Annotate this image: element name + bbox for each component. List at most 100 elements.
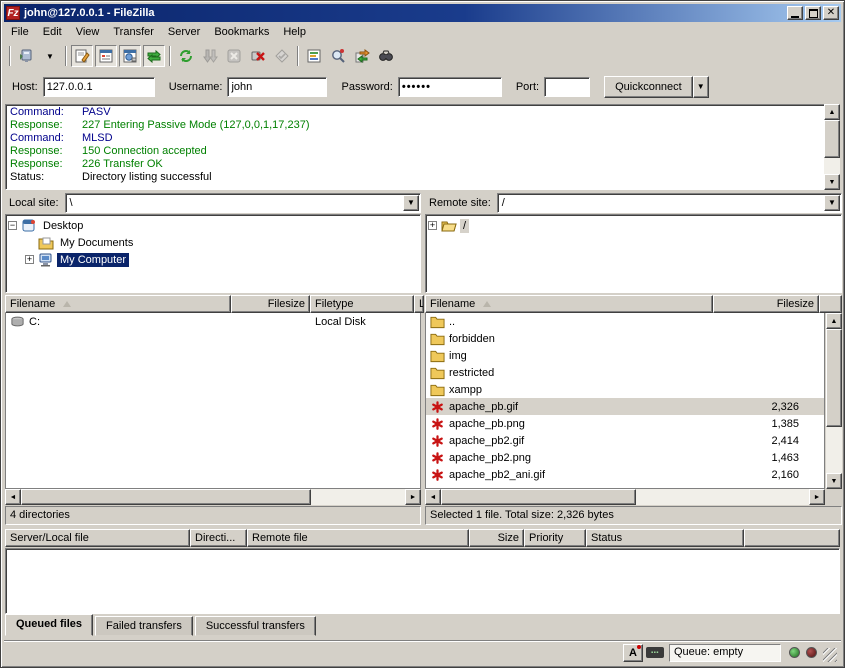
log-label: Response: bbox=[10, 158, 82, 171]
maximize-button[interactable] bbox=[805, 6, 821, 20]
tree-item-my-documents[interactable]: My Documents bbox=[8, 234, 420, 251]
toggle-log-button[interactable] bbox=[71, 45, 93, 67]
column-header-filename[interactable]: Filename bbox=[425, 295, 713, 313]
menu-bookmarks[interactable]: Bookmarks bbox=[207, 24, 276, 40]
chevron-down-icon[interactable]: ▼ bbox=[824, 195, 840, 211]
username-label: Username: bbox=[169, 81, 223, 93]
remote-file-row[interactable]: xampp bbox=[426, 381, 824, 398]
username-input[interactable] bbox=[227, 77, 327, 97]
quickconnect-button[interactable]: Quickconnect bbox=[604, 76, 693, 98]
column-header-direction[interactable]: Directi... bbox=[190, 529, 247, 547]
resize-grip[interactable] bbox=[823, 648, 837, 662]
sync-browsing-button[interactable] bbox=[351, 45, 373, 67]
scrollbar-thumb[interactable] bbox=[826, 329, 842, 427]
password-input[interactable] bbox=[398, 77, 502, 97]
column-header-priority[interactable]: Priority bbox=[524, 529, 586, 547]
remote-site-combo[interactable]: / ▼ bbox=[497, 193, 842, 213]
column-header-server-local-file[interactable]: Server/Local file bbox=[5, 529, 190, 547]
remote-file-row[interactable]: apache_pb2_ani.gif 2,160 bbox=[426, 466, 824, 483]
minimize-button[interactable] bbox=[787, 6, 803, 20]
toggle-queue-button[interactable] bbox=[143, 45, 165, 67]
file-size: 2,414 bbox=[714, 435, 803, 447]
tab-successful-transfers[interactable]: Successful transfers bbox=[195, 616, 316, 636]
collapse-icon[interactable]: − bbox=[8, 221, 17, 230]
log-scrollbar[interactable]: ▲ ▼ bbox=[824, 104, 840, 190]
port-label: Port: bbox=[516, 81, 539, 93]
filter-button[interactable] bbox=[303, 45, 325, 67]
tree-item-my-computer[interactable]: + My Computer bbox=[8, 251, 420, 268]
column-header-filesize[interactable]: Filesize bbox=[713, 295, 819, 313]
remote-file-row[interactable]: apache_pb.png 1,385 bbox=[426, 415, 824, 432]
transfer-type-icon[interactable]: A bbox=[623, 644, 643, 662]
remote-file-row[interactable]: apache_pb2.png 1,463 bbox=[426, 449, 824, 466]
scrollbar-thumb[interactable] bbox=[441, 489, 636, 505]
menu-view[interactable]: View bbox=[69, 24, 107, 40]
open-site-manager-button[interactable] bbox=[15, 45, 37, 67]
remote-file-row-selected[interactable]: apache_pb.gif 2,326 bbox=[426, 398, 824, 415]
menu-edit[interactable]: Edit bbox=[36, 24, 69, 40]
compare-button[interactable] bbox=[327, 45, 349, 67]
column-header-status[interactable]: Status bbox=[586, 529, 744, 547]
host-input[interactable] bbox=[43, 77, 155, 97]
tree-item-desktop[interactable]: − Desktop bbox=[8, 217, 420, 234]
remote-file-list: Filename Filesize .. forbidden img bbox=[425, 295, 842, 489]
expand-icon[interactable]: + bbox=[25, 255, 34, 264]
scroll-up-icon[interactable]: ▲ bbox=[826, 313, 842, 329]
log-label: Response: bbox=[10, 145, 82, 158]
quickconnect-dropdown-button[interactable]: ▼ bbox=[693, 76, 709, 98]
column-header-filesize[interactable]: Filesize bbox=[231, 295, 310, 313]
remote-vscrollbar[interactable]: ▲ ▼ bbox=[826, 313, 842, 489]
menu-transfer[interactable]: Transfer bbox=[106, 24, 161, 40]
scroll-up-icon[interactable]: ▲ bbox=[824, 104, 840, 120]
local-file-row[interactable]: C: Local Disk bbox=[6, 313, 420, 330]
file-size: 1,385 bbox=[714, 418, 803, 430]
disconnect-button[interactable] bbox=[247, 45, 269, 67]
tab-queued-files[interactable]: Queued files bbox=[5, 614, 93, 636]
remote-file-row[interactable]: img bbox=[426, 347, 824, 364]
remote-file-row[interactable]: restricted bbox=[426, 364, 824, 381]
remote-file-row[interactable]: .. bbox=[426, 313, 824, 330]
scroll-down-icon[interactable]: ▼ bbox=[824, 174, 840, 190]
speedlimit-badge-icon[interactable]: ▪▪▪ bbox=[646, 647, 664, 658]
find-files-button[interactable] bbox=[375, 45, 397, 67]
scrollbar-thumb[interactable] bbox=[824, 120, 840, 158]
process-queue-button[interactable] bbox=[199, 45, 221, 67]
column-header-size[interactable]: Size bbox=[469, 529, 524, 547]
log-text: MLSD bbox=[82, 132, 113, 145]
image-file-icon bbox=[430, 400, 446, 414]
refresh-button[interactable] bbox=[175, 45, 197, 67]
reconnect-button[interactable] bbox=[271, 45, 293, 67]
title-bar[interactable]: Fz john@127.0.0.1 - FileZilla ✕ bbox=[4, 4, 841, 22]
toggle-remote-tree-button[interactable] bbox=[119, 45, 141, 67]
cancel-button[interactable] bbox=[223, 45, 245, 67]
column-header-remote-file[interactable]: Remote file bbox=[247, 529, 469, 547]
column-header-filename[interactable]: Filename bbox=[5, 295, 231, 313]
file-size: 2,160 bbox=[714, 469, 803, 481]
expand-icon[interactable]: + bbox=[428, 221, 437, 230]
menu-server[interactable]: Server bbox=[161, 24, 207, 40]
menu-help[interactable]: Help bbox=[276, 24, 313, 40]
scroll-right-icon[interactable]: ► bbox=[809, 489, 825, 505]
local-hscrollbar[interactable]: ◄ ► bbox=[5, 489, 421, 505]
menu-file[interactable]: File bbox=[4, 24, 36, 40]
chevron-down-icon[interactable]: ▼ bbox=[403, 195, 419, 211]
site-manager-dropdown-button[interactable]: ▼ bbox=[39, 45, 61, 67]
toggle-local-tree-button[interactable] bbox=[95, 45, 117, 67]
column-header-lastmodified[interactable]: L bbox=[414, 295, 424, 313]
port-input[interactable] bbox=[544, 77, 590, 97]
scroll-down-icon[interactable]: ▼ bbox=[826, 473, 842, 489]
tab-failed-transfers[interactable]: Failed transfers bbox=[95, 616, 193, 636]
column-header-filetype[interactable]: Filetype bbox=[310, 295, 414, 313]
remote-file-row[interactable]: apache_pb2.gif 2,414 bbox=[426, 432, 824, 449]
remote-hscrollbar[interactable]: ◄ ► bbox=[425, 489, 825, 505]
scroll-left-icon[interactable]: ◄ bbox=[5, 489, 21, 505]
tree-item-root[interactable]: + / bbox=[428, 217, 841, 234]
scroll-right-icon[interactable]: ► bbox=[405, 489, 421, 505]
scrollbar-thumb[interactable] bbox=[21, 489, 311, 505]
local-site-combo[interactable]: \ ▼ bbox=[65, 193, 421, 213]
file-name: restricted bbox=[449, 367, 494, 379]
close-button[interactable]: ✕ bbox=[823, 6, 839, 20]
file-size: 1,463 bbox=[714, 452, 803, 464]
scroll-left-icon[interactable]: ◄ bbox=[425, 489, 441, 505]
remote-file-row[interactable]: forbidden bbox=[426, 330, 824, 347]
